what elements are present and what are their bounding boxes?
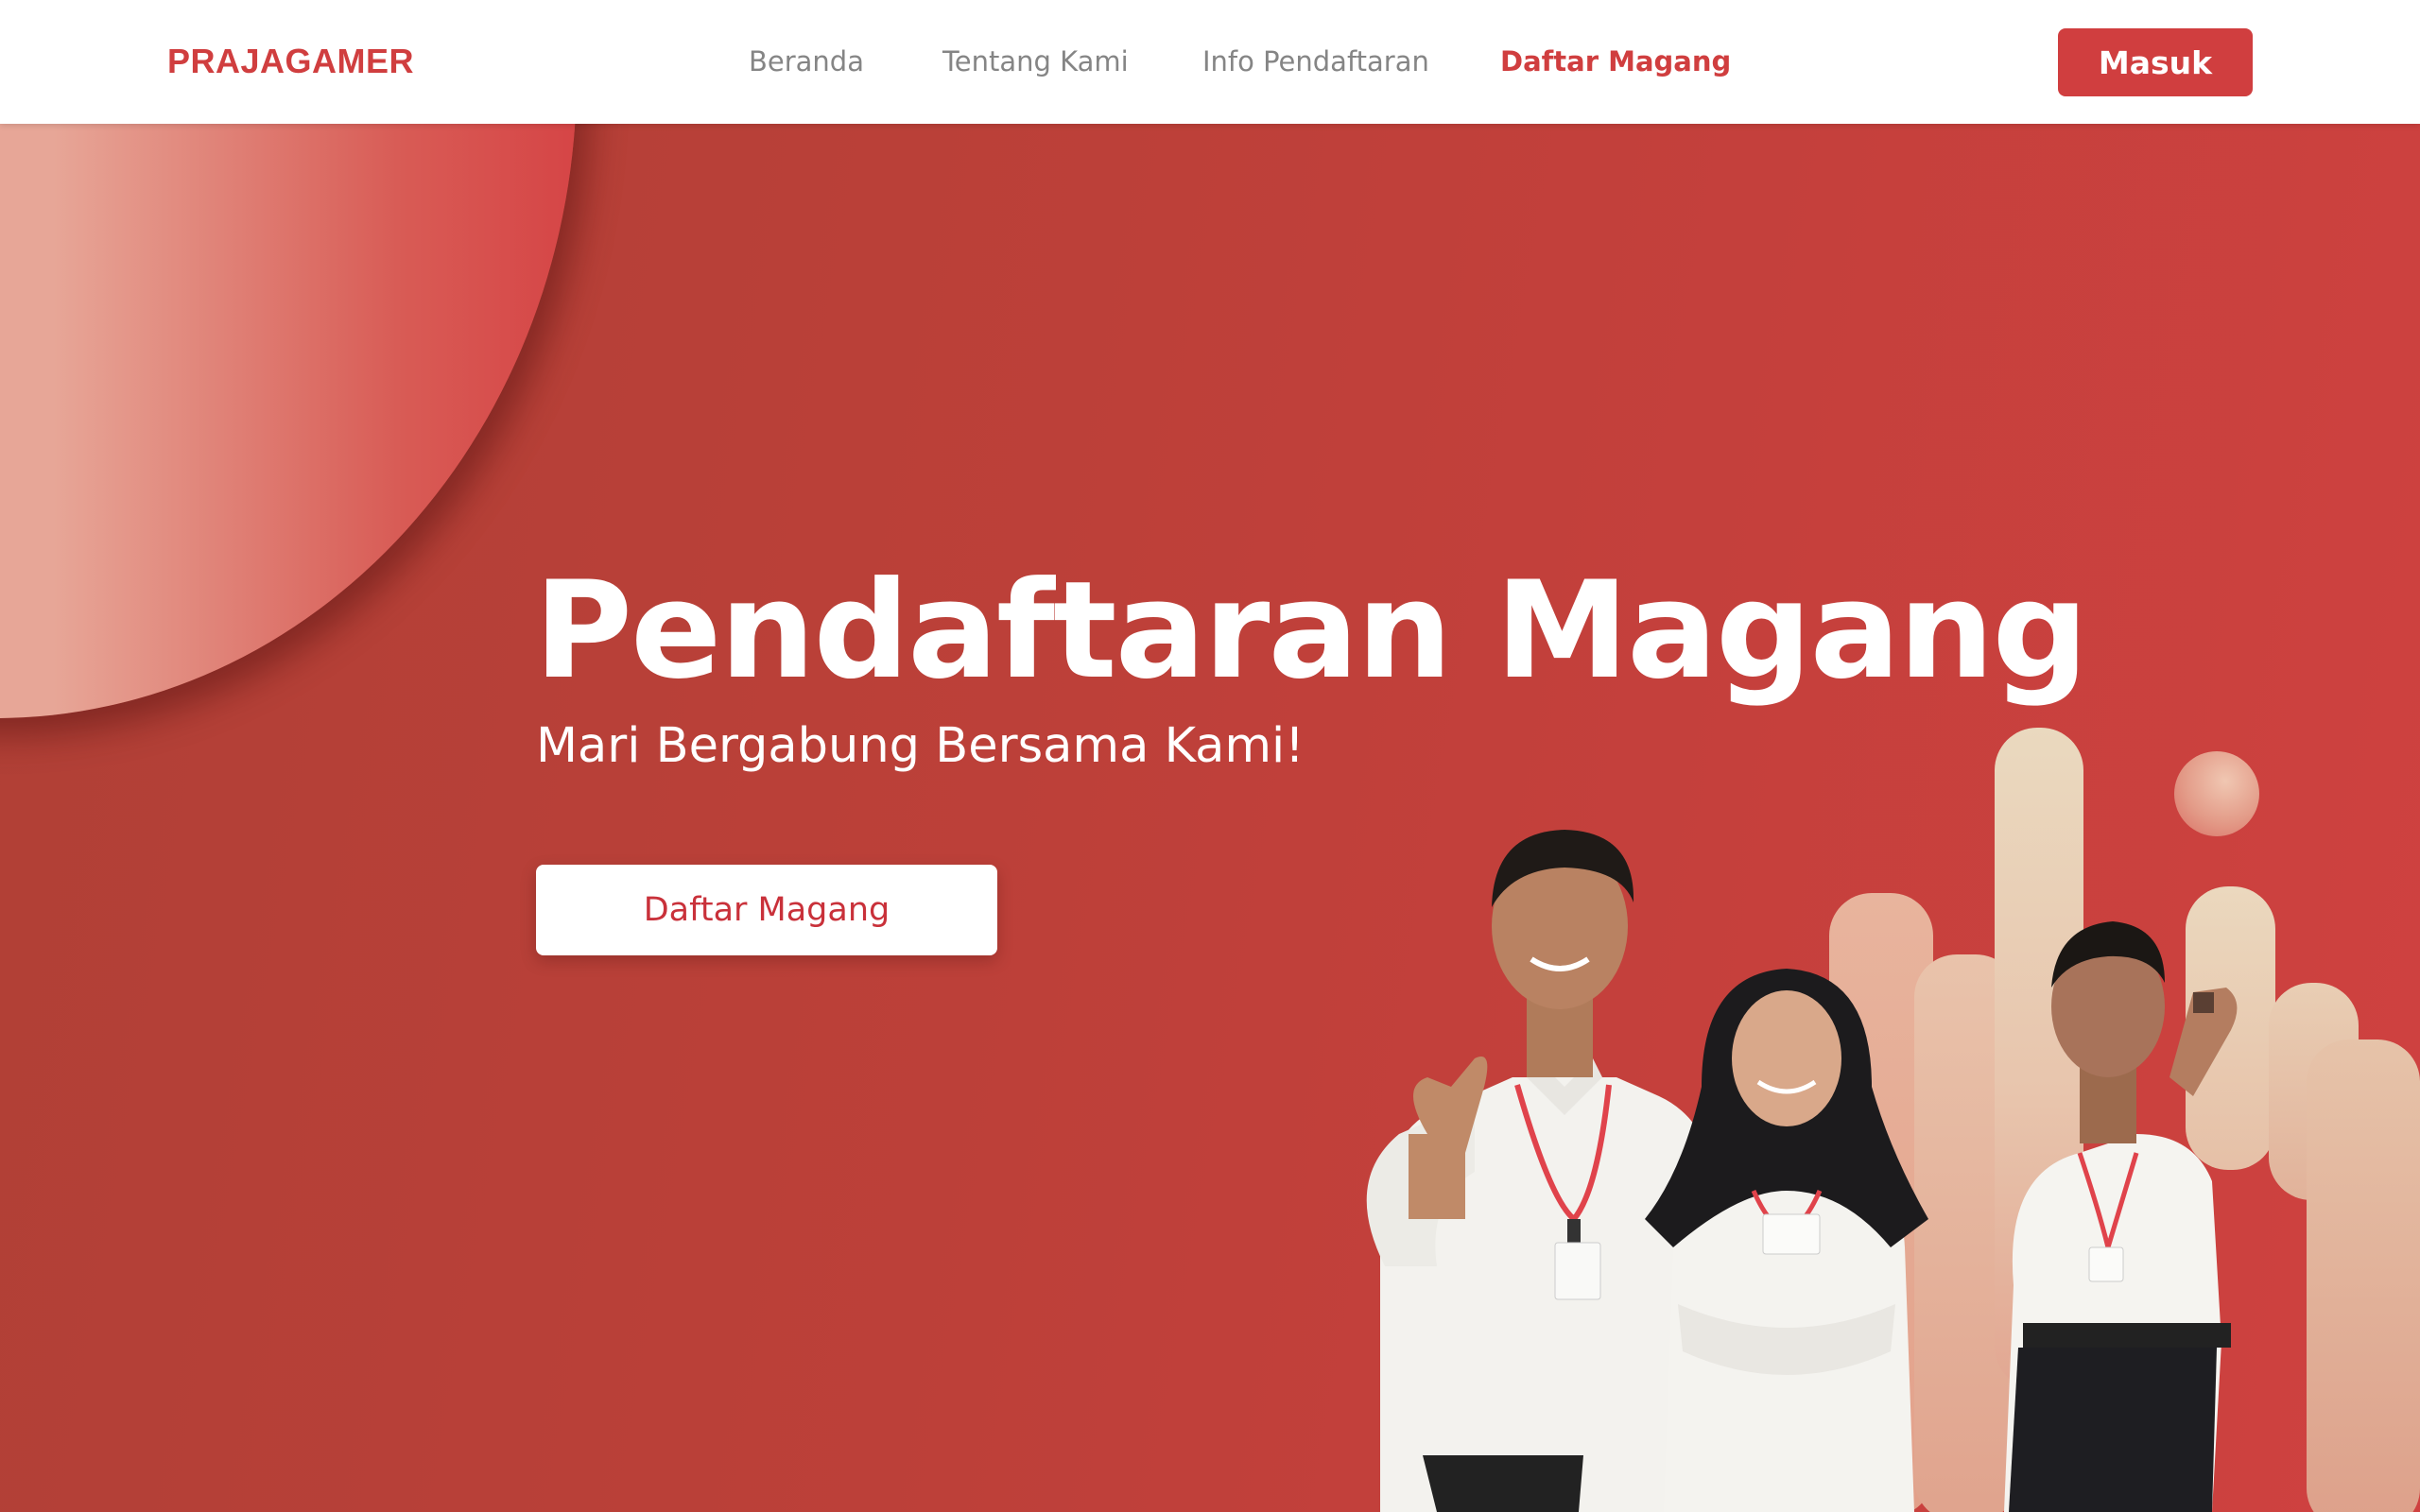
login-button[interactable]: Masuk xyxy=(2058,28,2253,96)
nav-link-beranda[interactable]: Beranda xyxy=(749,45,864,77)
decorative-pill xyxy=(2307,1040,2420,1512)
top-navbar: PRAJAGAMER Beranda Tentang Kami Info Pen… xyxy=(0,0,2420,124)
students-group-photo xyxy=(1366,830,2238,1512)
student-left xyxy=(1366,830,1717,1512)
nav-link-tentang-kami[interactable]: Tentang Kami xyxy=(942,45,1129,77)
student-right xyxy=(2004,921,2238,1512)
nav-link-info-pendaftaran[interactable]: Info Pendaftaran xyxy=(1202,45,1429,77)
daftar-magang-button[interactable]: Daftar Magang xyxy=(536,865,997,955)
landing-page: PRAJAGAMER Beranda Tentang Kami Info Pen… xyxy=(0,0,2420,1512)
hero-subtitle: Mari Bergabung Bersama Kami! xyxy=(536,718,1305,774)
nav-menu: Beranda Tentang Kami Info Pendaftaran Da… xyxy=(0,45,2420,83)
hero-title: Pendaftaran Magang xyxy=(534,553,2088,709)
nav-link-daftar-magang[interactable]: Daftar Magang xyxy=(1500,45,1731,77)
student-middle xyxy=(1645,969,1928,1512)
